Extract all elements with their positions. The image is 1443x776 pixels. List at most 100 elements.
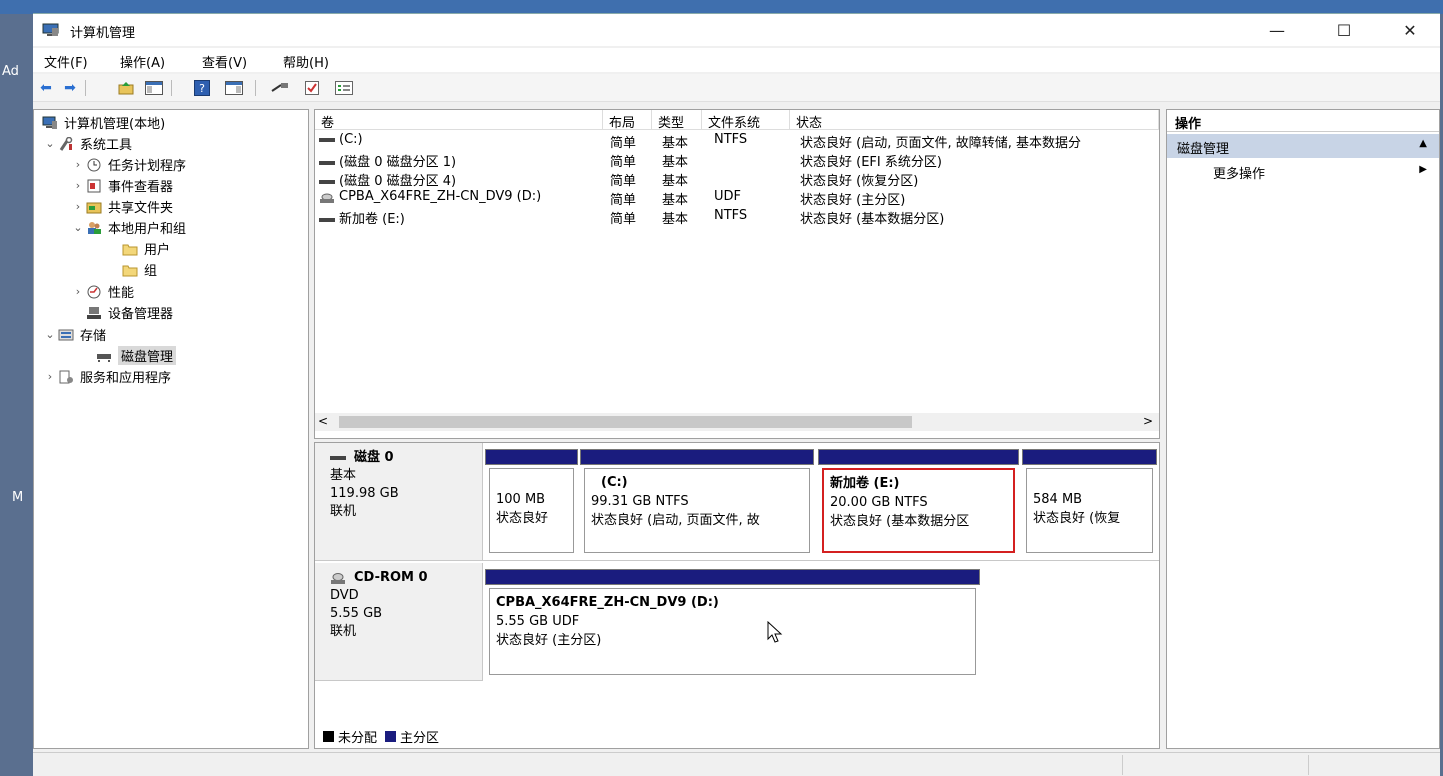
chevron-down-icon[interactable]: ⌄ xyxy=(42,137,58,150)
show-action-pane-icon[interactable] xyxy=(225,79,243,97)
tree-item-shared-folders[interactable]: › 共享文件夹 xyxy=(70,196,173,217)
chevron-down-icon[interactable]: ⌄ xyxy=(70,221,86,234)
cell-filesystem: NTFS xyxy=(714,132,748,147)
dvd-drive-icon xyxy=(330,572,346,584)
volume-list: 卷 布局 类型 文件系统 状态 (C:) 简单 基本 NTFS 状态良好 (启动… xyxy=(314,109,1160,439)
column-header-layout[interactable]: 布局 xyxy=(603,110,652,131)
scroll-left-arrow[interactable]: < xyxy=(318,414,328,428)
tree-item-event-viewer[interactable]: › 事件查看器 xyxy=(70,175,173,196)
disk-row-cdrom0: CD-ROM 0 DVD 5.55 GB 联机 CPBA_X64FRE_ZH-C… xyxy=(315,563,1159,683)
computer-management-icon xyxy=(42,116,58,130)
console-tree: 计算机管理(本地) ⌄ 系统工具 › 任务计划程序 › 事件查看器 › 共享文件… xyxy=(33,109,309,749)
connect-icon[interactable] xyxy=(271,79,289,97)
cell-status: 状态良好 (主分区) xyxy=(800,193,906,208)
cell-type: 基本 xyxy=(662,212,689,227)
tree-item-groups[interactable]: 组 xyxy=(122,259,157,280)
tree-item-system-tools[interactable]: ⌄ 系统工具 xyxy=(42,133,132,154)
actions-header: 操作 xyxy=(1167,110,1439,132)
horizontal-scrollbar[interactable]: < > xyxy=(315,413,1159,431)
volume-icon xyxy=(319,179,335,184)
partition-size: 584 MB xyxy=(1033,492,1083,507)
actions-section-disk-management[interactable]: 磁盘管理 ▲ xyxy=(1167,134,1439,158)
forward-arrow-icon[interactable]: ➡ xyxy=(61,79,79,97)
checklist-icon[interactable] xyxy=(303,79,321,97)
performance-icon xyxy=(86,285,102,299)
back-arrow-icon[interactable]: ⬅ xyxy=(37,79,55,97)
tree-item-performance[interactable]: › 性能 xyxy=(70,281,134,302)
table-row[interactable]: (磁盘 0 磁盘分区 1) xyxy=(319,151,603,170)
menu-action[interactable]: 操作(A) xyxy=(120,52,165,71)
column-header-volume[interactable]: 卷 xyxy=(315,110,603,131)
show-hide-console-tree-icon[interactable] xyxy=(145,79,163,97)
status-bar xyxy=(33,752,1440,776)
collapse-up-icon[interactable]: ▲ xyxy=(1419,138,1427,149)
close-button[interactable]: ✕ xyxy=(1387,14,1433,46)
disk-info[interactable]: 磁盘 0 基本 119.98 GB 联机 xyxy=(315,443,483,560)
partition-size: 99.31 GB NTFS xyxy=(591,494,689,509)
table-row[interactable]: 新加卷 (E:) xyxy=(319,208,603,227)
unallocated-swatch xyxy=(323,731,334,742)
chevron-right-icon[interactable]: › xyxy=(70,285,86,298)
title-bar: 计算机管理 — ☐ ✕ xyxy=(33,14,1440,46)
users-icon xyxy=(86,221,102,235)
tree-item-task-scheduler[interactable]: › 任务计划程序 xyxy=(70,154,186,175)
disk-info[interactable]: CD-ROM 0 DVD 5.55 GB 联机 xyxy=(315,563,483,681)
tree-item-device-manager[interactable]: 设备管理器 xyxy=(86,302,173,323)
disk-status: 联机 xyxy=(330,504,357,519)
cell-status: 状态良好 (EFI 系统分区) xyxy=(800,155,942,170)
disk-status: 联机 xyxy=(330,624,357,639)
partition-bar xyxy=(1022,449,1157,465)
maximize-button[interactable]: ☐ xyxy=(1321,14,1367,46)
disk-management-icon xyxy=(96,349,112,363)
partition-status: 状态良好 (主分区) xyxy=(496,633,602,648)
cell-type: 基本 xyxy=(662,155,689,170)
table-row[interactable]: CPBA_X64FRE_ZH-CN_DV9 (D:) xyxy=(319,189,603,204)
cell-filesystem: NTFS xyxy=(714,208,748,223)
tree-item-root[interactable]: 计算机管理(本地) xyxy=(42,112,165,133)
tree-item-storage[interactable]: ⌄ 存储 xyxy=(42,324,106,345)
chevron-right-icon[interactable]: › xyxy=(70,158,86,171)
scrollbar-thumb[interactable] xyxy=(339,416,912,428)
partition-bar xyxy=(485,569,980,585)
selected-partition-outline: 新加卷 (E:) 20.00 GB NTFS 状态良好 (基本数据分区 xyxy=(822,468,1015,553)
help-icon[interactable]: ? xyxy=(193,79,211,97)
desktop-label: Ad xyxy=(2,64,19,79)
column-header-status[interactable]: 状态 xyxy=(790,110,1159,131)
partition-c[interactable]: (C:) 99.31 GB NTFS 状态良好 (启动, 页面文件, 故 xyxy=(580,449,814,557)
partition-efi[interactable]: 100 MB 状态良好 xyxy=(485,449,578,557)
tree-item-local-users[interactable]: ⌄ 本地用户和组 xyxy=(70,217,186,238)
folder-icon xyxy=(122,263,138,277)
column-header-filesystem[interactable]: 文件系统 xyxy=(702,110,790,131)
tree-item-users[interactable]: 用户 xyxy=(122,238,170,259)
actions-section-label: 磁盘管理 xyxy=(1177,142,1230,157)
tree-item-services-apps[interactable]: › 服务和应用程序 xyxy=(42,366,171,387)
minimize-button[interactable]: — xyxy=(1254,14,1300,46)
chevron-right-icon[interactable]: › xyxy=(42,370,58,383)
table-row[interactable]: (磁盘 0 磁盘分区 4) xyxy=(319,170,603,189)
partition-bar xyxy=(818,449,1019,465)
menu-help[interactable]: 帮助(H) xyxy=(283,52,329,71)
actions-pane: 操作 磁盘管理 ▲ 更多操作 ▶ xyxy=(1166,109,1440,749)
tree-item-disk-management[interactable]: 磁盘管理 xyxy=(96,345,177,366)
toolbar-separator xyxy=(255,80,256,96)
chevron-right-icon[interactable]: › xyxy=(70,200,86,213)
svg-text:?: ? xyxy=(199,82,205,95)
legend-primary: 主分区 xyxy=(400,731,440,746)
more-actions-item[interactable]: 更多操作 ▶ xyxy=(1167,160,1439,182)
table-row[interactable]: (C:) xyxy=(319,132,603,147)
partition-title: (C:) xyxy=(601,475,628,490)
menu-view[interactable]: 查看(V) xyxy=(202,52,247,71)
properties-icon[interactable] xyxy=(335,79,353,97)
partition-e[interactable]: 新加卷 (E:) 20.00 GB NTFS 状态良好 (基本数据分区 xyxy=(818,449,1019,557)
column-header-type[interactable]: 类型 xyxy=(652,110,702,131)
partition-dvd[interactable]: CPBA_X64FRE_ZH-CN_DV9 (D:) 5.55 GB UDF 状… xyxy=(485,569,980,679)
up-folder-icon[interactable] xyxy=(117,79,135,97)
scroll-right-arrow[interactable]: > xyxy=(1143,414,1153,428)
menu-file[interactable]: 文件(F) xyxy=(44,52,88,71)
chevron-right-icon[interactable]: › xyxy=(70,179,86,192)
clock-icon xyxy=(86,158,102,172)
volume-icon xyxy=(319,137,335,142)
chevron-down-icon[interactable]: ⌄ xyxy=(42,328,58,341)
cell-status: 状态良好 (恢复分区) xyxy=(800,174,919,189)
partition-recovery[interactable]: 584 MB 状态良好 (恢复 xyxy=(1022,449,1157,557)
